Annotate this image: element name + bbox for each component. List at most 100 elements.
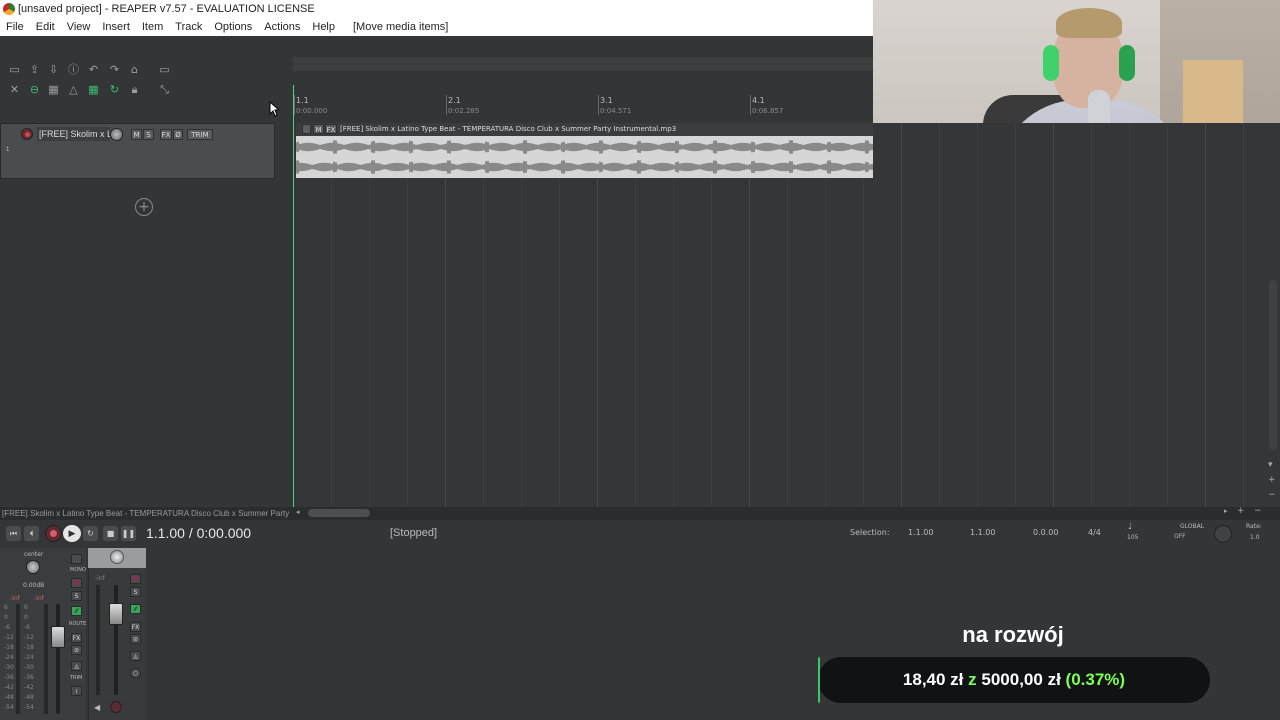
go-to-start-icon[interactable]: ⏮ xyxy=(6,526,21,541)
master-fx-bypass-icon[interactable]: ⊘ xyxy=(71,645,82,655)
master-solo-button[interactable]: S xyxy=(71,591,82,601)
envelope-icon[interactable]: ▦ xyxy=(47,83,60,96)
zoom-in-horizontal-icon[interactable]: + xyxy=(1237,506,1245,516)
rewind-icon[interactable]: ⏴ xyxy=(24,526,39,541)
stop-icon[interactable]: ■ xyxy=(103,526,118,541)
menu-file[interactable]: File xyxy=(0,19,30,36)
zoom-out-vertical-icon[interactable]: − xyxy=(1268,490,1276,500)
lock-icon[interactable]: 🔒︎ xyxy=(128,83,141,96)
scroll-right-icon[interactable]: ▸ xyxy=(1224,507,1228,515)
menu-help[interactable]: Help xyxy=(306,19,341,36)
grid-line xyxy=(559,123,560,507)
waveform-path xyxy=(296,140,873,154)
ripple-edit-icon[interactable]: ✕ xyxy=(8,83,21,96)
master-mute-button[interactable]: M xyxy=(71,578,82,588)
scroll-left-icon[interactable]: ◂ xyxy=(296,508,300,516)
master-io-icon[interactable]: ı xyxy=(71,686,82,696)
menu-item[interactable]: Item xyxy=(136,19,169,36)
master-pan-knob[interactable] xyxy=(26,560,40,574)
metronome-icon[interactable]: ⌂ xyxy=(128,63,141,76)
vertical-scroll-thumb[interactable] xyxy=(1269,280,1277,450)
item-lock-icon[interactable] xyxy=(302,124,311,134)
item-mute-button[interactable]: M xyxy=(313,124,324,134)
playrate-knob[interactable] xyxy=(1214,525,1232,543)
track-name-field[interactable]: [FREE] Skolim x La xyxy=(37,127,110,141)
meter-scale-tick: -36 xyxy=(24,674,34,681)
track-fx-button[interactable]: FX xyxy=(160,129,172,140)
track-trim-button[interactable]: TRIM xyxy=(187,129,213,140)
menu-last-action[interactable]: [Move media items] xyxy=(347,19,454,36)
strip-fx-bypass-icon[interactable]: ⊘ xyxy=(130,634,141,644)
track-volume-knob[interactable] xyxy=(110,128,123,141)
track-mute-button[interactable]: M xyxy=(131,129,142,140)
strip-speaker-icon[interactable]: ◀ xyxy=(94,703,100,712)
strip-route-button[interactable]: ⁄⁄ xyxy=(130,604,141,614)
menu-edit[interactable]: Edit xyxy=(30,19,61,36)
new-project-icon[interactable]: ▭ xyxy=(8,63,21,76)
repeat-icon[interactable]: ↻ xyxy=(83,526,98,541)
grid-line xyxy=(1091,123,1092,507)
selection-end[interactable]: 1.1.00 xyxy=(970,528,995,537)
time-signature[interactable]: 4/4 xyxy=(1088,528,1101,537)
track-volume-fader[interactable] xyxy=(109,603,123,625)
project-settings-icon[interactable]: ⓘ xyxy=(67,63,80,76)
media-item-label[interactable]: [FREE] Skolim x Latino Type Beat - TEMPE… xyxy=(296,123,873,136)
strip-record-arm-button[interactable] xyxy=(110,701,122,713)
strip-solo-button[interactable]: S xyxy=(130,587,141,597)
save-project-icon[interactable]: ⇩ xyxy=(47,63,60,76)
record-button[interactable] xyxy=(45,525,62,542)
master-env-icon[interactable]: ◬ xyxy=(71,661,82,671)
meter-scale-tick: -30 xyxy=(24,664,34,671)
tempo-bpm[interactable]: 105 xyxy=(1127,534,1138,541)
item-grouping-icon[interactable]: ⊖ xyxy=(28,83,41,96)
redo-icon[interactable]: ↷ xyxy=(108,63,121,76)
playhead-cursor[interactable] xyxy=(293,85,294,507)
strip-fx-button[interactable]: FX xyxy=(130,622,141,632)
menu-track[interactable]: Track xyxy=(169,19,208,36)
strip-mute-button[interactable]: M xyxy=(130,574,141,584)
horizontal-scroll-thumb[interactable] xyxy=(308,509,370,517)
snap-grid-icon[interactable]: ▦ xyxy=(87,83,100,96)
master-mono-button[interactable]: MONO xyxy=(70,567,86,573)
trim-behind-icon[interactable]: △ xyxy=(67,83,80,96)
strip-io-icon[interactable]: ○ xyxy=(130,668,141,678)
grid-settings-icon[interactable]: ▭ xyxy=(158,63,171,76)
time-display[interactable]: 1.1.00 / 0:00.000 xyxy=(146,524,276,542)
loop-icon[interactable]: ↻ xyxy=(108,83,121,96)
menu-insert[interactable]: Insert xyxy=(96,19,136,36)
master-route-button[interactable]: ⁄⁄ xyxy=(71,606,82,616)
rate-value[interactable]: 1.0 xyxy=(1250,534,1260,541)
track-phase-button[interactable]: Ø xyxy=(173,129,183,140)
add-track-icon[interactable]: + xyxy=(135,198,153,216)
global-state[interactable]: OFF xyxy=(1174,533,1186,540)
master-trim-button[interactable]: TRIM xyxy=(70,675,82,681)
master-fader-track[interactable] xyxy=(56,604,60,714)
undo-icon[interactable]: ↶ xyxy=(87,63,100,76)
master-volume-fader[interactable] xyxy=(51,626,65,648)
strip-env-icon[interactable]: ◬ xyxy=(130,651,141,661)
scroll-down-icon[interactable]: ▾ xyxy=(1268,460,1273,470)
donation-amount: 18,40 zł xyxy=(902,670,964,689)
menu-view[interactable]: View xyxy=(61,19,97,36)
ruler-bar-line xyxy=(598,95,599,115)
zoom-in-vertical-icon[interactable]: + xyxy=(1268,475,1276,485)
record-arm-button[interactable] xyxy=(21,128,33,140)
ruler-region-lane[interactable] xyxy=(293,57,873,71)
play-button[interactable]: ▶ xyxy=(63,525,81,542)
cursor-tool-icon[interactable]: ⤡ xyxy=(158,83,171,96)
zoom-out-horizontal-icon[interactable]: − xyxy=(1254,506,1262,516)
track-fader-track[interactable] xyxy=(114,585,118,695)
menu-actions[interactable]: Actions xyxy=(258,19,306,36)
track-solo-button[interactable]: S xyxy=(143,129,154,140)
item-fx-button[interactable]: FX xyxy=(325,124,337,134)
open-project-icon[interactable]: ⇪ xyxy=(28,63,41,76)
selection-start[interactable]: 1.1.00 xyxy=(908,528,933,537)
master-fx-button[interactable]: FX xyxy=(71,633,82,643)
arrange-view[interactable] xyxy=(293,123,1280,507)
ruler-bar-line xyxy=(294,95,295,115)
pause-icon[interactable]: ❚❚ xyxy=(121,526,136,541)
selection-length[interactable]: 0.0.00 xyxy=(1033,528,1058,537)
track-pan-knob[interactable] xyxy=(110,550,124,564)
menu-options[interactable]: Options xyxy=(208,19,258,36)
grid-line xyxy=(787,123,788,507)
